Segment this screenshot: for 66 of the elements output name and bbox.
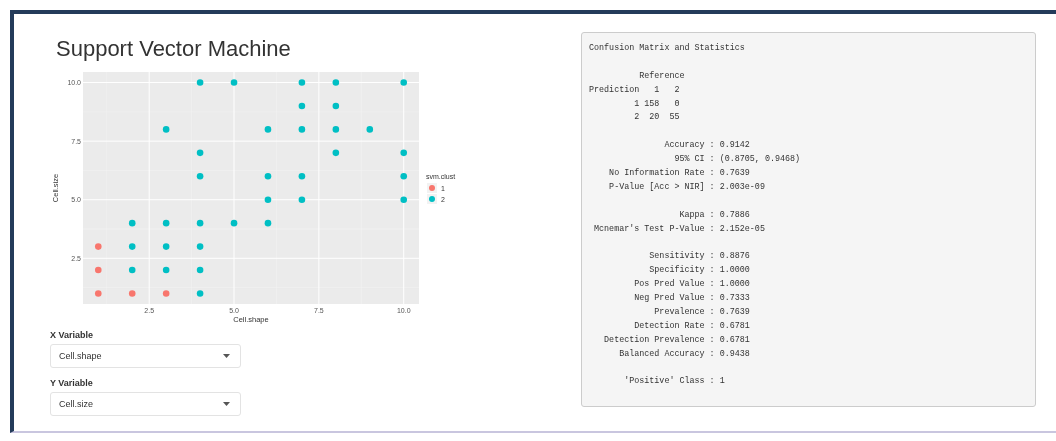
- scatter-point: [298, 196, 306, 203]
- scatter-point: [196, 266, 204, 274]
- scatter-point: [128, 266, 136, 274]
- scatter-point: [196, 173, 204, 180]
- variable-dropdown[interactable]: Cell.size: [50, 392, 241, 416]
- scatter-point: [128, 290, 136, 297]
- scatter-point: [162, 243, 170, 250]
- scatter-point: [332, 126, 340, 133]
- output-line: 95% CI : (0.8705, 0.9468): [673, 153, 802, 167]
- scatter-point: [94, 290, 102, 297]
- scatter-point: [196, 79, 204, 86]
- scatter-point: [196, 219, 204, 227]
- scatter-point: [400, 196, 408, 203]
- scatter-point: [94, 266, 102, 274]
- scatter-point: [400, 173, 408, 180]
- scatter-point: [196, 149, 204, 157]
- output-line: 1 158 0: [633, 97, 681, 111]
- scatter-point: [264, 173, 272, 180]
- scatter-point: [298, 102, 306, 110]
- page-title: Support Vector Machine: [56, 36, 292, 62]
- output-line: Detection Rate : 0.6781: [633, 319, 751, 333]
- scatter-point: [400, 149, 408, 157]
- scatter-point: [332, 79, 340, 86]
- select-label: X Variable: [50, 330, 95, 340]
- scatter-point: [196, 243, 204, 250]
- output-line: Specificity : 1.0000: [648, 264, 751, 278]
- scatter-point: [298, 79, 306, 86]
- output-line: Detection Prevalence : 0.6781: [603, 333, 751, 347]
- output-line: Balanced Accuracy : 0.9438: [618, 347, 751, 361]
- output-line: Kappa : 0.7886: [678, 208, 751, 222]
- output-line: Reference: [638, 69, 686, 83]
- output-line: P-Value [Acc > NIR] : 2.003e-09: [608, 180, 766, 194]
- scatter-point: [400, 79, 408, 86]
- output-line: 'Positive' Class : 1: [623, 375, 726, 389]
- scatter-point: [162, 219, 170, 227]
- scatter-point: [298, 126, 306, 133]
- scatter-point: [366, 126, 374, 133]
- scatter-point: [162, 290, 170, 297]
- scatter-point: [128, 243, 136, 250]
- scatter-point: [332, 149, 340, 157]
- output-line: Pos Pred Value : 1.0000: [633, 278, 751, 292]
- scatter-point: [162, 266, 170, 274]
- caret-icon: [223, 402, 230, 406]
- variable-dropdown[interactable]: Cell.shape: [50, 344, 241, 368]
- output-line: Sensitivity : 0.8876: [648, 250, 751, 264]
- scatter-point: [264, 126, 272, 133]
- output-line: Confusion Matrix and Statistics: [589, 42, 746, 55]
- scatter-point: [196, 290, 204, 297]
- output-line: Neg Pred Value : 0.7333: [633, 292, 751, 306]
- output-line: No Information Rate : 0.7639: [608, 167, 751, 180]
- caret-icon: [223, 354, 230, 358]
- scatter-point: [128, 219, 136, 227]
- output-line: Prevalence : 0.7639: [653, 305, 751, 319]
- scatter-point: [332, 102, 340, 110]
- output-line: Prediction 1 2: [589, 83, 681, 97]
- output-line: Mcnemar's Test P-Value : 2.152e-05: [593, 222, 766, 236]
- output-line: Accuracy : 0.9142: [663, 139, 751, 153]
- scatter-point: [94, 243, 102, 250]
- output-line: 2 20 55: [633, 111, 681, 125]
- scatter-point: [230, 79, 238, 86]
- scatter-point: [264, 219, 272, 227]
- scatter-point: [298, 173, 306, 180]
- scatter-point: [264, 196, 272, 203]
- scatter-point: [230, 219, 238, 227]
- scatter-point: [162, 126, 170, 133]
- select-label: Y Variable: [50, 378, 94, 388]
